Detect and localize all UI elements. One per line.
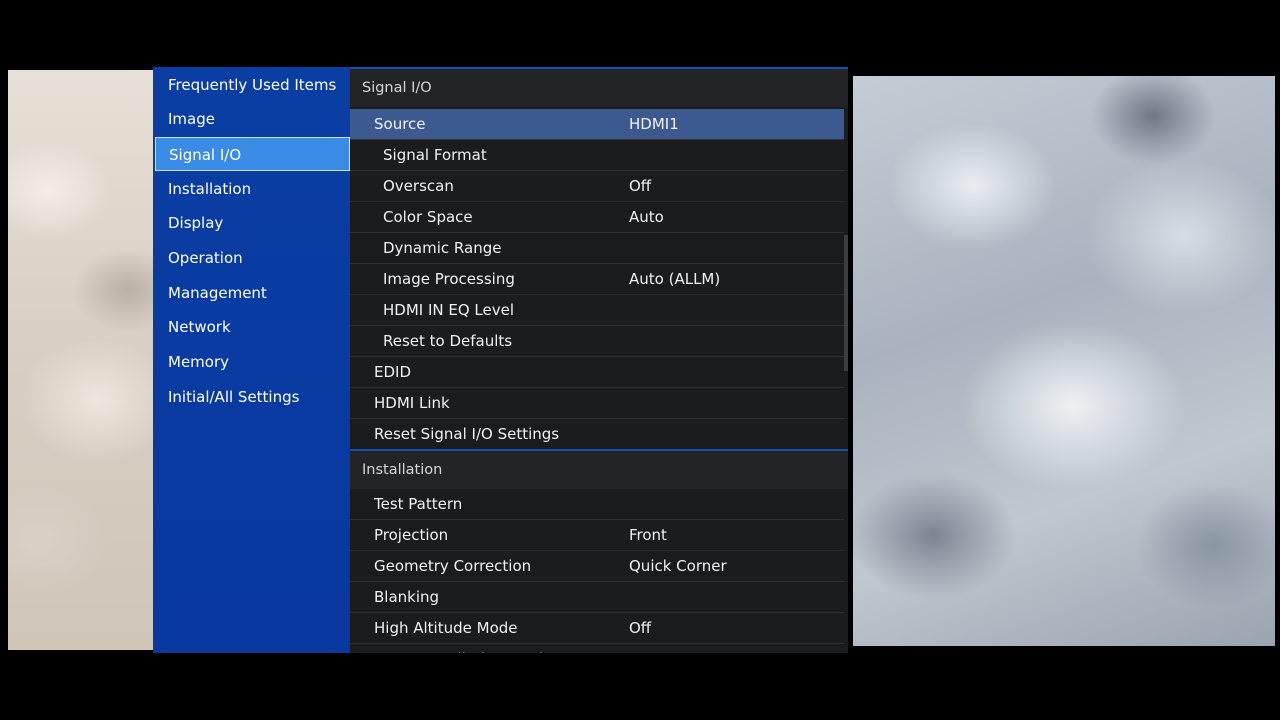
row-label: Source xyxy=(374,115,426,133)
sidebar-item-display[interactable]: Display xyxy=(153,206,350,240)
row-label: Projection xyxy=(374,526,449,544)
scrollbar[interactable] xyxy=(844,235,848,371)
row-color-space[interactable]: Color Space Auto xyxy=(350,202,844,233)
sidebar-item-image[interactable]: Image xyxy=(153,102,350,136)
row-projection[interactable]: Projection Front xyxy=(350,520,844,551)
row-label: High Altitude Mode xyxy=(374,619,518,637)
row-label: HDMI Link xyxy=(374,394,450,412)
row-value: Off xyxy=(629,177,652,195)
row-value: Auto xyxy=(629,208,664,226)
sidebar-item-label: Installation xyxy=(168,180,252,198)
row-value: HDMI1 xyxy=(629,115,679,133)
row-geometry-correction[interactable]: Geometry Correction Quick Corner xyxy=(350,551,844,582)
row-hdmi-link[interactable]: HDMI Link xyxy=(350,388,844,419)
sidebar-item-label: Management xyxy=(168,284,267,302)
sidebar-item-initial-all-settings[interactable]: Initial/All Settings xyxy=(153,380,350,414)
background-image-left xyxy=(8,70,160,650)
sidebar-item-label: Memory xyxy=(168,353,230,371)
sidebar-item-operation[interactable]: Operation xyxy=(153,241,350,275)
section-header-installation: Installation xyxy=(350,451,848,489)
sidebar-item-label: Display xyxy=(168,214,224,232)
row-label: EDID xyxy=(374,363,412,381)
row-label: Color Space xyxy=(383,208,473,226)
row-high-altitude-mode[interactable]: High Altitude Mode Off xyxy=(350,613,844,644)
row-value: Off xyxy=(629,619,652,637)
row-label: Signal Format xyxy=(383,146,487,164)
row-label: HDMI IN EQ Level xyxy=(383,301,515,319)
row-reset-signal-io-settings[interactable]: Reset Signal I/O Settings xyxy=(350,419,844,450)
background-image-right xyxy=(853,76,1275,646)
row-label: Reset to Defaults xyxy=(383,332,513,350)
sidebar-item-memory[interactable]: Memory xyxy=(153,345,350,379)
row-label: Reset Signal I/O Settings xyxy=(374,425,560,443)
section-header-signal-io: Signal I/O xyxy=(350,69,848,107)
row-label: Geometry Correction xyxy=(374,557,532,575)
settings-content: Signal I/O Source HDMI1 Signal Format Ov… xyxy=(350,67,848,653)
sidebar-item-frequently-used-items[interactable]: Frequently Used Items xyxy=(153,68,350,102)
sidebar-item-management[interactable]: Management xyxy=(153,276,350,310)
row-overscan[interactable]: Overscan Off xyxy=(350,171,844,202)
row-label: Test Pattern xyxy=(374,495,463,513)
row-value: Quick Corner xyxy=(629,557,727,575)
row-dynamic-range[interactable]: Dynamic Range xyxy=(350,233,844,264)
sidebar-item-installation[interactable]: Installation xyxy=(153,172,350,206)
row-label: Image Processing xyxy=(383,270,515,288)
row-value: Auto (ALLM) xyxy=(629,270,721,288)
row-signal-format[interactable]: Signal Format xyxy=(350,140,844,171)
sidebar-item-label: Frequently Used Items xyxy=(168,76,337,94)
row-label: Blanking xyxy=(374,588,440,606)
row-reset-to-defaults[interactable]: Reset to Defaults xyxy=(350,326,844,357)
row-label: Overscan xyxy=(383,177,454,195)
sidebar-item-label: Network xyxy=(168,318,231,336)
sidebar-item-label: Image xyxy=(168,110,215,128)
row-edid[interactable]: EDID xyxy=(350,357,844,388)
settings-menu: Frequently Used Items Image Signal I/O I… xyxy=(153,67,848,653)
row-hdmi-in-eq-level[interactable]: HDMI IN EQ Level xyxy=(350,295,844,326)
sidebar-item-label: Operation xyxy=(168,249,243,267)
row-test-pattern[interactable]: Test Pattern xyxy=(350,489,844,520)
sidebar-item-label: Initial/All Settings xyxy=(168,388,300,406)
row-reset-installation-settings[interactable]: Reset Installation Settings xyxy=(350,644,844,653)
sidebar-item-network[interactable]: Network xyxy=(153,310,350,344)
row-label: Reset Installation Settings xyxy=(374,644,570,653)
row-image-processing[interactable]: Image Processing Auto (ALLM) xyxy=(350,264,844,295)
row-source[interactable]: Source HDMI1 xyxy=(350,109,844,140)
category-sidebar: Frequently Used Items Image Signal I/O I… xyxy=(153,67,350,653)
sidebar-item-signal-io[interactable]: Signal I/O xyxy=(155,137,350,171)
row-blanking[interactable]: Blanking xyxy=(350,582,844,613)
screen: Frequently Used Items Image Signal I/O I… xyxy=(0,0,1280,720)
row-label: Dynamic Range xyxy=(383,239,502,257)
sidebar-item-label: Signal I/O xyxy=(169,146,242,164)
row-value: Front xyxy=(629,526,667,544)
